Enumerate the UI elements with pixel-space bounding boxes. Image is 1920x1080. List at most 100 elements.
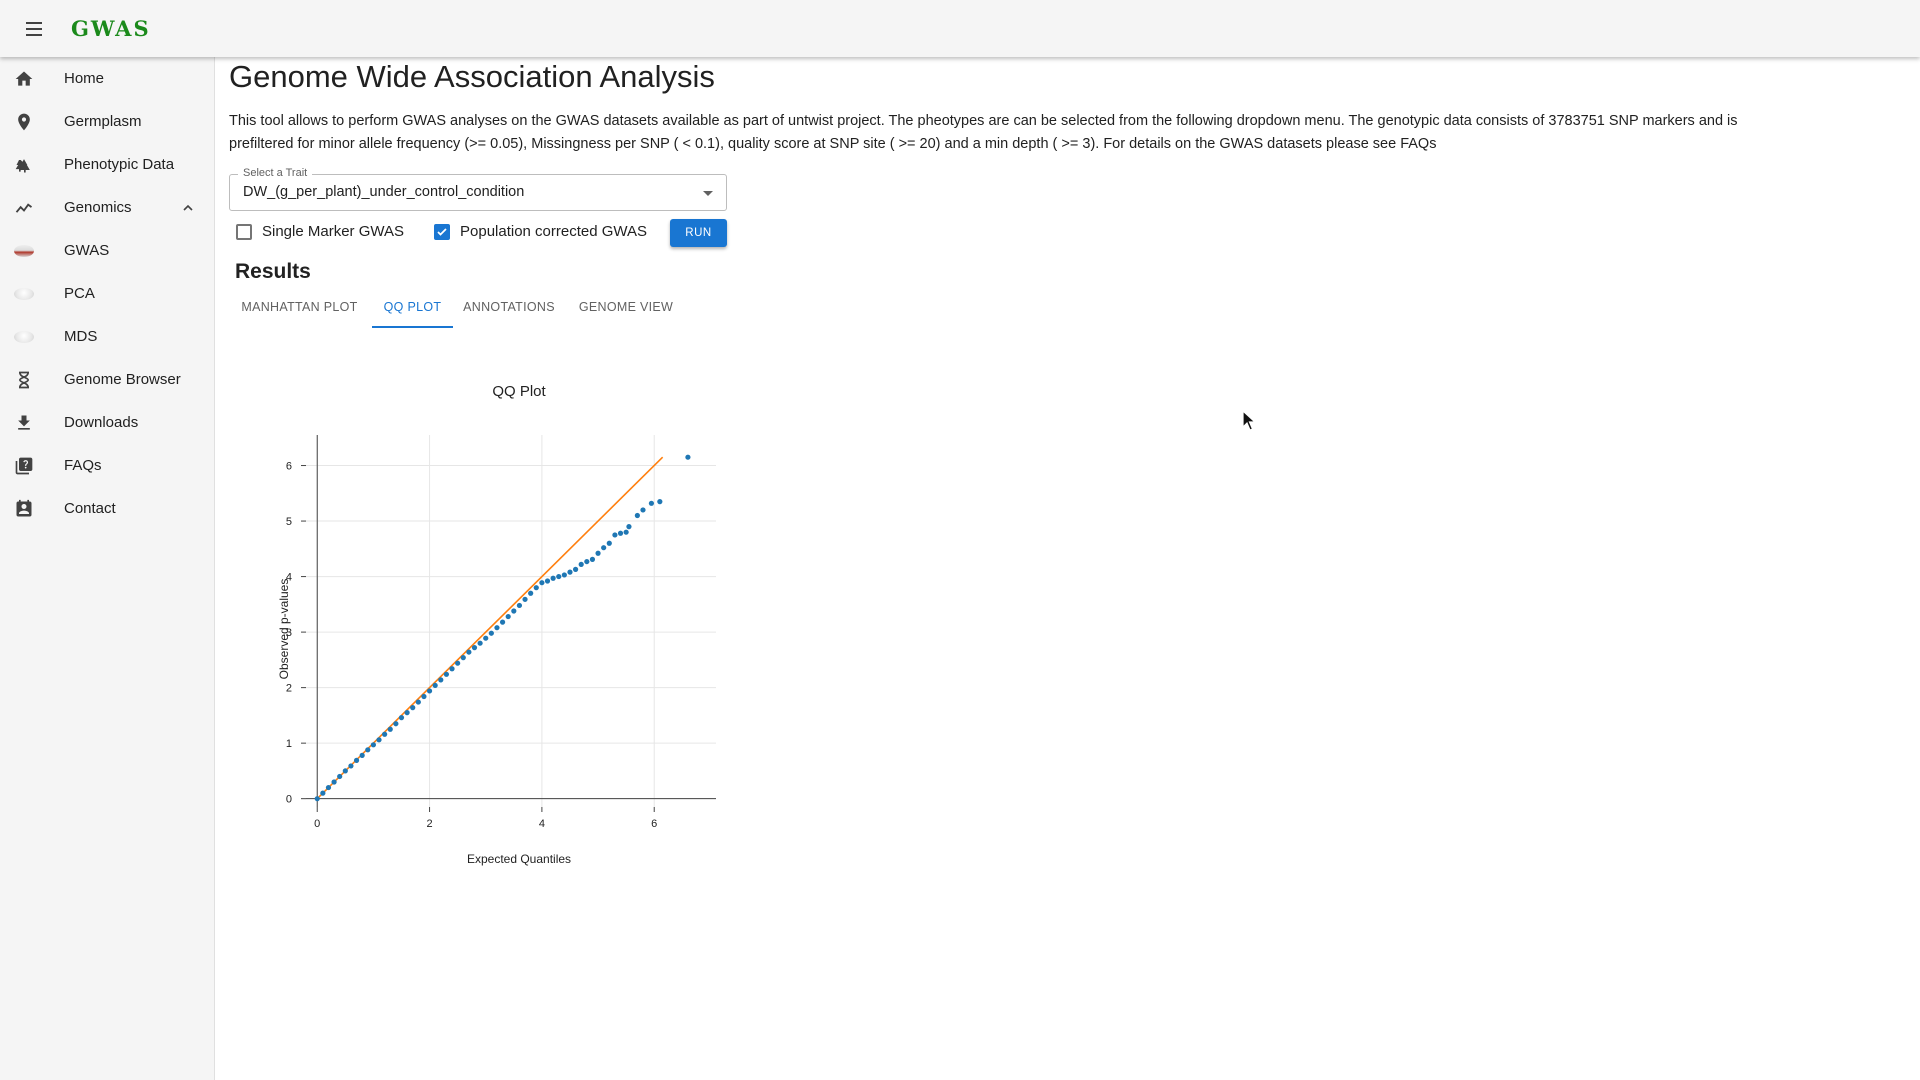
- chevron-up-icon[interactable]: [180, 200, 196, 216]
- sidebar-item-phenotypic-data[interactable]: Phenotypic Data: [0, 143, 214, 186]
- data-point: [320, 790, 326, 796]
- sidebar-item-pca[interactable]: PCA: [0, 272, 214, 315]
- population-corrected-gwas-checkbox[interactable]: Population corrected GWAS: [434, 223, 647, 240]
- data-points: [314, 454, 691, 802]
- app-brand[interactable]: GWAS: [71, 16, 151, 41]
- data-point: [370, 742, 376, 748]
- location-pin-icon: [14, 112, 34, 132]
- sidebar-item-mds[interactable]: MDS: [0, 315, 214, 358]
- data-point: [460, 655, 466, 661]
- data-point: [331, 779, 337, 785]
- page-description: This tool allows to perform GWAS analyse…: [229, 113, 1738, 152]
- single-marker-gwas-label: Single Marker GWAS: [262, 223, 404, 240]
- data-point: [626, 524, 632, 530]
- data-point: [466, 649, 472, 655]
- sidebar: Home Germplasm Phenotypic Data Genomics …: [0, 57, 215, 1080]
- data-point: [550, 575, 556, 581]
- tab-qq-plot[interactable]: QQ PLOT: [372, 286, 453, 328]
- home-icon: [14, 69, 34, 89]
- checkbox-checked-icon[interactable]: [434, 223, 450, 240]
- sidebar-item-faqs[interactable]: FAQs: [0, 444, 214, 487]
- sidebar-item-label: Home: [64, 70, 105, 87]
- y-tick-label: 1: [286, 738, 292, 750]
- data-point: [528, 590, 534, 596]
- sidebar-item-germplasm[interactable]: Germplasm: [0, 100, 214, 143]
- trait-select-value: DW_(g_per_plant)_under_control_condition: [243, 184, 525, 200]
- mds-thumbnail-icon: [14, 327, 34, 347]
- sidebar-item-contact[interactable]: Contact: [0, 487, 214, 530]
- data-point: [617, 530, 624, 536]
- data-point: [634, 512, 640, 519]
- sidebar-item-label: Downloads: [64, 414, 139, 431]
- data-point: [449, 666, 455, 672]
- data-point: [393, 721, 399, 727]
- data-point: [426, 688, 433, 694]
- contact-card-icon: [14, 499, 34, 519]
- data-point: [415, 699, 421, 705]
- data-point: [443, 671, 450, 677]
- data-point: [382, 731, 388, 737]
- sidebar-item-label: PCA: [64, 285, 95, 302]
- population-corrected-gwas-label: Population corrected GWAS: [460, 223, 648, 240]
- data-point: [544, 578, 551, 584]
- data-point: [589, 556, 596, 562]
- data-point: [516, 602, 523, 609]
- data-point: [477, 640, 483, 646]
- data-point: [522, 596, 528, 602]
- dna-icon: [14, 370, 34, 390]
- checkbox-unchecked-icon[interactable]: [236, 223, 252, 240]
- data-point: [438, 677, 444, 683]
- sidebar-item-label: MDS: [64, 328, 98, 345]
- data-point: [353, 757, 360, 763]
- single-marker-gwas-checkbox[interactable]: Single Marker GWAS: [236, 223, 404, 240]
- sidebar-item-genome-browser[interactable]: Genome Browser: [0, 358, 214, 401]
- download-icon: [14, 413, 34, 433]
- data-point: [325, 784, 332, 791]
- y-axis-label: Observed p-values: [277, 579, 291, 680]
- sidebar-item-label: Germplasm: [64, 113, 142, 130]
- data-point: [432, 682, 438, 689]
- data-point: [567, 569, 573, 575]
- data-point: [471, 645, 478, 651]
- x-tick-label: 6: [651, 818, 657, 830]
- data-point: [572, 566, 579, 572]
- trait-select[interactable]: Select a Trait DW_(g_per_plant)_under_co…: [229, 167, 727, 211]
- sidebar-item-downloads[interactable]: Downloads: [0, 401, 214, 444]
- data-point: [606, 540, 612, 546]
- tab-annotations[interactable]: ANNOTATIONS: [453, 286, 565, 328]
- data-point: [539, 580, 545, 586]
- sidebar-item-label: Phenotypic Data: [64, 156, 175, 173]
- data-point: [387, 726, 393, 732]
- sidebar-item-genomics[interactable]: Genomics: [0, 186, 214, 229]
- tab-manhattan-plot[interactable]: MANHATTAN PLOT: [229, 286, 370, 328]
- y-tick-label: 2: [286, 683, 292, 695]
- data-point: [337, 773, 343, 780]
- sidebar-item-label: Genome Browser: [64, 371, 181, 388]
- caret-down-icon: [703, 191, 713, 196]
- tab-genome-view[interactable]: GENOME VIEW: [565, 286, 687, 328]
- data-point: [505, 613, 511, 620]
- run-button[interactable]: RUN: [670, 219, 727, 247]
- data-point: [612, 532, 618, 538]
- data-point: [342, 768, 348, 774]
- data-point: [601, 545, 607, 551]
- sidebar-item-home[interactable]: Home: [0, 57, 214, 100]
- menu-icon[interactable]: [22, 17, 46, 41]
- data-point: [359, 752, 365, 758]
- mouse-cursor-icon: [1242, 410, 1256, 431]
- data-point: [404, 710, 410, 716]
- data-point: [410, 705, 416, 711]
- y-tick-label: 6: [286, 461, 292, 473]
- data-point: [455, 660, 461, 666]
- sidebar-item-gwas[interactable]: GWAS: [0, 229, 214, 272]
- data-point: [488, 630, 494, 636]
- data-point: [685, 454, 691, 460]
- data-point: [657, 499, 663, 505]
- data-point: [595, 550, 601, 556]
- sidebar-item-label: GWAS: [64, 242, 110, 259]
- chart-title: QQ Plot: [492, 383, 546, 400]
- trait-select-label: Select a Trait: [238, 167, 313, 179]
- active-tab-indicator: [372, 326, 453, 328]
- data-point: [561, 572, 567, 578]
- gwas-thumbnail-icon: [14, 241, 34, 261]
